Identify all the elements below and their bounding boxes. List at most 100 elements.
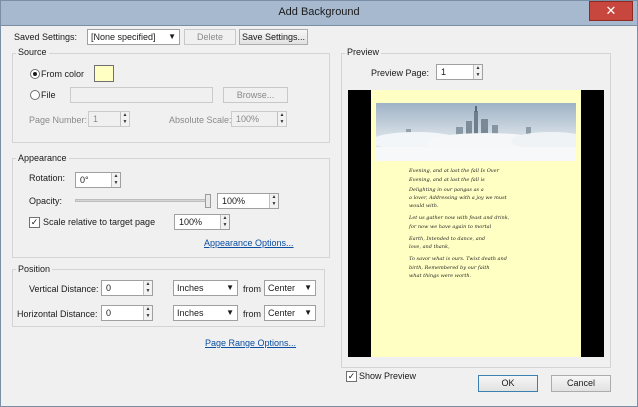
cityscape-image (376, 103, 576, 161)
opacity-label: Opacity: (29, 196, 63, 206)
vertical-anchor-value: Center (268, 283, 296, 293)
spin-down-icon[interactable]: ▼ (121, 119, 129, 126)
preview-page-label: Preview Page: (371, 68, 430, 78)
browse-button[interactable]: Browse... (223, 87, 288, 103)
absolute-scale-stepper[interactable]: 100% ▲ ▼ (231, 111, 287, 127)
saved-settings-value: [None specified] (91, 32, 156, 42)
absolute-scale-value: 100% (236, 114, 260, 124)
page-number-value: 1 (93, 114, 99, 124)
ok-button[interactable]: OK (478, 375, 538, 392)
window-title: Add Background (278, 6, 360, 18)
file-path-field[interactable] (70, 87, 213, 103)
chevron-down-icon: ▼ (168, 32, 176, 41)
vertical-unit-value: Inches (177, 283, 204, 293)
vertical-distance-stepper[interactable]: 0 ▲ ▼ (101, 280, 153, 296)
saved-settings-label: Saved Settings: (14, 32, 78, 42)
checkmark-icon: ✓ (347, 371, 356, 381)
poem-line: what things were worth. (409, 273, 472, 279)
spin-up-icon[interactable]: ▲ (221, 215, 229, 222)
horizontal-from-label: from (243, 309, 261, 319)
absolute-scale-label: Absolute Scale: (169, 115, 232, 125)
delete-button[interactable]: Delete (184, 29, 236, 45)
poem-line: would with. (409, 203, 439, 209)
position-group-title: Position (16, 264, 53, 274)
spin-up-icon[interactable]: ▲ (112, 173, 120, 180)
show-preview-label: Show Preview (359, 371, 417, 381)
chevron-down-icon: ▼ (226, 308, 234, 317)
from-color-radio[interactable] (30, 69, 40, 79)
cancel-button[interactable]: Cancel (551, 375, 611, 392)
rotation-stepper[interactable]: 0° ▲ ▼ (75, 172, 121, 188)
poem-line: Delighting in our pangas as a (409, 187, 484, 193)
spin-down-icon[interactable]: ▼ (474, 72, 482, 79)
checkmark-icon: ✓ (30, 217, 39, 227)
scale-value: 100% (179, 217, 203, 227)
scale-relative-label: Scale relative to target page (43, 217, 156, 227)
preview-page: Evening, and at last the fall Is Over Eve… (371, 90, 581, 357)
horizontal-unit-value: Inches (177, 308, 204, 318)
scale-relative-checkbox[interactable]: ✓ (29, 217, 40, 228)
spin-down-icon[interactable]: ▼ (221, 222, 229, 229)
scale-stepper[interactable]: 100% ▲ ▼ (174, 214, 230, 230)
horizontal-distance-value: 0 (106, 308, 112, 318)
horizontal-distance-label: Horizontal Distance: (17, 309, 98, 319)
chevron-down-icon: ▼ (226, 283, 234, 292)
poem-line: Evening, and at last the fall Is Over (409, 168, 499, 174)
spin-up-icon[interactable]: ▲ (474, 65, 482, 72)
vertical-anchor-dropdown[interactable]: Center ▼ (264, 280, 316, 296)
poem-line: birth, Remembered by our faith (409, 265, 490, 271)
save-settings-button[interactable]: Save Settings... (239, 29, 308, 45)
horizontal-anchor-dropdown[interactable]: Center ▼ (264, 305, 316, 321)
chevron-down-icon: ▼ (304, 283, 312, 292)
opacity-value: 100% (222, 196, 246, 206)
poem-line: Evening, and at last the fall is (409, 177, 485, 183)
color-swatch[interactable] (94, 65, 114, 82)
spin-down-icon[interactable]: ▼ (144, 288, 152, 295)
file-radio[interactable] (30, 90, 40, 100)
title-bar: Add Background ✕ (0, 0, 638, 26)
preview-group-title: Preview (345, 47, 382, 57)
source-group-title: Source (16, 47, 49, 57)
opacity-stepper[interactable]: 100% ▲ ▼ (217, 193, 279, 209)
spin-down-icon[interactable]: ▼ (144, 313, 152, 320)
spin-up-icon[interactable]: ▲ (121, 112, 129, 119)
poem-line: for now we have again to mortal (409, 224, 492, 230)
opacity-slider-track[interactable] (75, 199, 211, 202)
preview-page-stepper[interactable]: 1 ▲ ▼ (436, 64, 483, 80)
horizontal-distance-stepper[interactable]: 0 ▲ ▼ (101, 305, 153, 321)
preview-page-value: 1 (441, 67, 447, 77)
show-preview-checkbox[interactable]: ✓ (346, 371, 357, 382)
vertical-from-label: from (243, 284, 261, 294)
vertical-distance-label: Vertical Distance: (29, 284, 99, 294)
spin-down-icon[interactable]: ▼ (270, 201, 278, 208)
vertical-unit-dropdown[interactable]: Inches ▼ (173, 280, 238, 296)
horizontal-unit-dropdown[interactable]: Inches ▼ (173, 305, 238, 321)
poem-line: To savor what is ours. Twixt death and (409, 256, 507, 262)
file-label: File (41, 90, 56, 100)
spin-up-icon[interactable]: ▲ (144, 306, 152, 313)
page-range-options-link[interactable]: Page Range Options... (205, 338, 296, 348)
spin-up-icon[interactable]: ▲ (270, 194, 278, 201)
poem-line: a lover, Addressing with a joy we must (409, 195, 507, 201)
poem-line: Earth, Intended to dance, and (409, 236, 486, 242)
appearance-group-title: Appearance (16, 153, 69, 163)
spin-up-icon[interactable]: ▲ (144, 281, 152, 288)
spin-down-icon[interactable]: ▼ (278, 119, 286, 126)
preview-canvas: Evening, and at last the fall Is Over Eve… (348, 90, 604, 357)
page-number-stepper[interactable]: 1 ▲ ▼ (88, 111, 130, 127)
spin-down-icon[interactable]: ▼ (112, 180, 120, 187)
saved-settings-dropdown[interactable]: [None specified] ▼ (87, 29, 180, 45)
horizontal-anchor-value: Center (268, 308, 296, 318)
poem-line: Let us gather now with feast and drink, (409, 215, 510, 221)
rotation-label: Rotation: (29, 173, 66, 183)
appearance-options-link[interactable]: Appearance Options... (204, 238, 294, 248)
from-color-label: From color (41, 69, 85, 79)
close-button[interactable]: ✕ (589, 1, 633, 21)
poem-line: love, and thank, (409, 244, 450, 250)
chevron-down-icon: ▼ (304, 308, 312, 317)
rotation-value: 0° (80, 175, 89, 185)
page-number-label: Page Number: (29, 115, 88, 125)
vertical-distance-value: 0 (106, 283, 112, 293)
spin-up-icon[interactable]: ▲ (278, 112, 286, 119)
opacity-slider-thumb[interactable] (205, 194, 211, 208)
